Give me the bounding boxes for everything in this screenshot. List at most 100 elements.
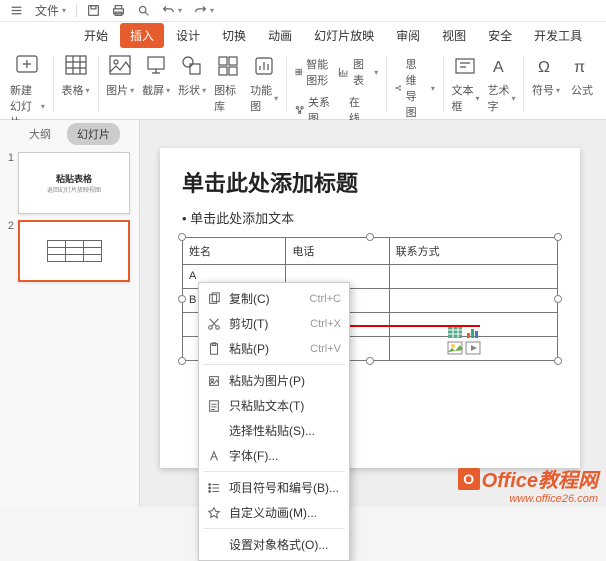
table-cell[interactable] [389, 289, 557, 313]
relation-icon [295, 103, 304, 117]
thumb-table [47, 240, 102, 262]
tab-slides[interactable]: 幻灯片 [67, 123, 120, 145]
divider [76, 4, 77, 18]
new-slide-button[interactable]: 新建幻灯片▾ [6, 52, 49, 130]
shapes-button[interactable]: 形状▾ [174, 52, 210, 98]
textbox-button[interactable]: 文本框▾ [447, 52, 483, 114]
smartart-button[interactable]: 智能图形 [295, 56, 330, 88]
screenshot-button[interactable]: 截屏▾ [138, 52, 174, 98]
slide-number: 1 [4, 152, 14, 214]
content-placeholder-icons[interactable] [447, 325, 487, 355]
paste-text-icon [207, 399, 221, 413]
table-cell[interactable] [389, 265, 557, 289]
table-cell[interactable]: 联系方式 [389, 238, 557, 265]
chart-icon [338, 65, 349, 79]
tab-insert[interactable]: 插入 [120, 23, 164, 48]
resize-handle[interactable] [366, 233, 374, 241]
context-menu: 复制(C)Ctrl+C 剪切(T)Ctrl+X 粘贴(P)Ctrl+V 粘贴为图… [198, 282, 350, 561]
mindmap-button[interactable]: 思维导图▾ [395, 56, 435, 120]
separator [443, 56, 444, 112]
ctx-format-object[interactable]: 设置对象格式(O)... [199, 532, 349, 557]
redo-icon[interactable]: ▾ [190, 4, 218, 17]
equation-button[interactable]: π 公式 [564, 52, 600, 98]
smartart-icon [295, 65, 303, 79]
resize-handle[interactable] [554, 295, 562, 303]
shapes-icon [178, 52, 206, 80]
undo-icon[interactable]: ▾ [158, 4, 186, 17]
resize-handle[interactable] [366, 357, 374, 365]
table-button[interactable]: 表格▾ [58, 52, 94, 98]
watermark-logo: O [458, 468, 480, 490]
animation-icon [207, 506, 221, 520]
ctx-paste[interactable]: 粘贴(P)Ctrl+V [199, 336, 349, 361]
tab-review[interactable]: 审阅 [386, 23, 430, 48]
tab-security[interactable]: 安全 [478, 23, 522, 48]
tab-outline[interactable]: 大纲 [19, 123, 61, 145]
watermark-url: www.office26.com [458, 493, 598, 505]
paste-picture-icon [207, 374, 221, 388]
paste-icon [207, 342, 221, 356]
save-icon[interactable] [83, 4, 104, 17]
slide-panel: 大纲 幻灯片 1 粘贴表格 返回幻灯片放映视图 2 [0, 120, 140, 507]
table-icon [62, 52, 90, 80]
watermark-text: Office教程网 [482, 464, 598, 493]
tab-view[interactable]: 视图 [432, 23, 476, 48]
svg-text:Ω: Ω [538, 59, 550, 76]
watermark: O Office教程网 www.office26.com [458, 464, 598, 505]
picture-button[interactable]: 图片▾ [102, 52, 138, 98]
slide-thumb-2[interactable] [18, 220, 130, 282]
placeholder-media-icon[interactable] [465, 341, 481, 355]
table-cell[interactable]: 姓名 [183, 238, 286, 265]
ribbon: 新建幻灯片▾ 表格▾ 图片▾ 截屏▾ 形状▾ 图标库 功能图▾ 智能图形 关系图… [0, 48, 606, 120]
placeholder-picture-icon[interactable] [447, 341, 463, 355]
tab-design[interactable]: 设计 [166, 23, 210, 48]
slide-thumb-1[interactable]: 粘贴表格 返回幻灯片放映视图 [18, 152, 130, 214]
separator [53, 56, 54, 112]
equation-icon: π [568, 52, 596, 80]
tab-animation[interactable]: 动画 [258, 23, 302, 48]
ctx-copy[interactable]: 复制(C)Ctrl+C [199, 286, 349, 311]
preview-icon[interactable] [133, 4, 154, 17]
screenshot-icon [142, 52, 170, 80]
separator [98, 56, 99, 112]
tab-dev[interactable]: 开发工具 [524, 23, 592, 48]
symbol-button[interactable]: Ω 符号▾ [528, 52, 564, 98]
tab-slideshow[interactable]: 幻灯片放映 [304, 23, 384, 48]
cut-icon [207, 317, 221, 331]
ctx-paste-as-picture[interactable]: 粘贴为图片(P) [199, 368, 349, 393]
resize-handle[interactable] [178, 233, 186, 241]
app-menu-icon[interactable] [6, 4, 27, 17]
ctx-custom-animation[interactable]: 自定义动画(M)... [199, 500, 349, 525]
slide-title-placeholder[interactable]: 单击此处添加标题 [182, 166, 558, 198]
file-menu[interactable]: 文件▾ [31, 2, 70, 19]
resize-handle[interactable] [178, 357, 186, 365]
table-row[interactable]: 姓名 电话 联系方式 [183, 238, 558, 265]
funcchart-button[interactable]: 功能图▾ [246, 52, 282, 114]
ctx-cut[interactable]: 剪切(T)Ctrl+X [199, 311, 349, 336]
ctx-paste-text-only[interactable]: 只粘贴文本(T) [199, 393, 349, 418]
slide-number: 2 [4, 220, 14, 282]
wordart-icon: A [487, 52, 515, 80]
thumb-title: 粘贴表格 [56, 172, 92, 185]
ctx-paste-special[interactable]: 选择性粘贴(S)... [199, 418, 349, 443]
ctx-font[interactable]: 字体(F)... [199, 443, 349, 468]
separator [203, 528, 345, 529]
resize-handle[interactable] [178, 295, 186, 303]
picture-icon [106, 52, 134, 80]
menubar: 文件▾ ▾ ▾ [0, 0, 606, 22]
iconlib-button[interactable]: 图标库 [210, 52, 246, 114]
print-icon[interactable] [108, 4, 129, 17]
resize-handle[interactable] [554, 233, 562, 241]
separator [286, 56, 287, 112]
chart-button[interactable]: 图表▾ [338, 56, 378, 88]
separator [523, 56, 524, 112]
tab-transition[interactable]: 切换 [212, 23, 256, 48]
table-cell[interactable]: 电话 [286, 238, 389, 265]
funcchart-icon [250, 52, 278, 80]
ctx-bullets-numbering[interactable]: 项目符号和编号(B)... [199, 475, 349, 500]
resize-handle[interactable] [554, 357, 562, 365]
wordart-button[interactable]: A 艺术字▾ [483, 52, 519, 114]
slide-body-placeholder[interactable]: • 单击此处添加文本 [182, 208, 558, 227]
tab-start[interactable]: 开始 [74, 23, 118, 48]
iconlib-icon [214, 52, 242, 80]
